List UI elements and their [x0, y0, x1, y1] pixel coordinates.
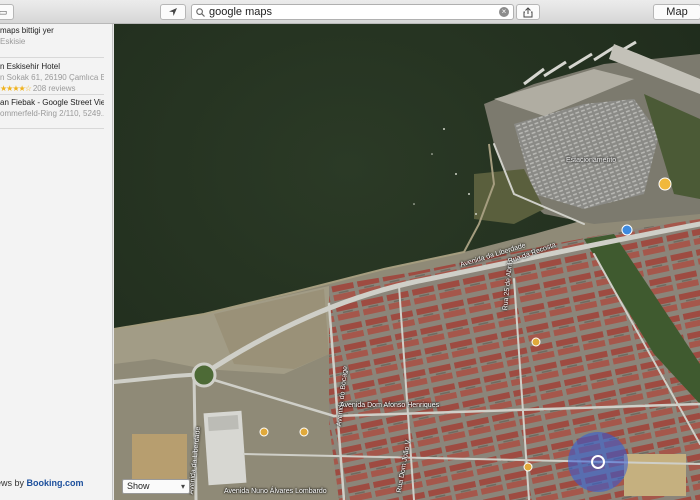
result-item[interactable]: an Fiebak - Google Street Vie... ommerfe…: [0, 96, 104, 129]
location-arrow-icon: [169, 8, 177, 16]
search-icon: [196, 7, 205, 17]
result-rating: ★★★★☆ 208 reviews: [0, 84, 104, 93]
share-icon: [523, 6, 533, 17]
result-item[interactable]: maps bittigi yer Eskisie: [0, 24, 104, 58]
review-count: 208 reviews: [32, 84, 76, 93]
current-location-button[interactable]: [160, 4, 186, 20]
show-select[interactable]: Show ▾: [122, 479, 190, 494]
show-select-value: Show: [127, 481, 150, 491]
sidebar-toggle-button[interactable]: ▭: [0, 4, 14, 20]
star-rating-icon: ★★★★☆: [0, 84, 32, 93]
result-subtitle: ommerfeld-Ring 2/110, 5249...: [0, 109, 104, 118]
chevron-down-icon: ▾: [180, 482, 185, 491]
poi-marker: [523, 462, 533, 472]
roundabout: [191, 362, 217, 388]
poi-marker: [621, 224, 633, 236]
attribution-prefix: ews by: [0, 478, 25, 488]
current-location-dot[interactable]: [591, 455, 605, 469]
share-button[interactable]: [516, 4, 540, 20]
result-title: an Fiebak - Google Street Vie...: [0, 98, 104, 107]
map-mode-button[interactable]: Map: [653, 4, 700, 20]
poi-marker: [259, 427, 269, 437]
result-item[interactable]: n Eskisehir Hotel n Sokak 61, 26190 Çaml…: [0, 60, 104, 95]
search-field[interactable]: google maps ×: [191, 4, 514, 20]
results-sidebar: maps bittigi yer Eskisie n Eskisehir Hot…: [0, 24, 113, 500]
poi-label: Estacionamento: [566, 157, 617, 164]
result-title: maps bittigi yer: [0, 26, 54, 35]
satellite-map[interactable]: Avenida da Liberdade Rua da Recosta Rua …: [114, 24, 700, 500]
street-label: Avenida Nuno Álvares Lombardo: [224, 488, 327, 495]
result-subtitle: n Sokak 61, 26190 Çamlıca E...: [0, 73, 104, 82]
toolbar: ▭ google maps × Map: [0, 0, 700, 24]
poi-marker: [299, 427, 309, 437]
sidebar-icon: ▭: [0, 6, 8, 17]
search-input[interactable]: google maps: [209, 6, 499, 18]
booking-logo[interactable]: Booking.com: [27, 478, 84, 488]
poi-marker: [531, 337, 541, 347]
street-label: Avenida Dom Afonso Henriques: [340, 402, 440, 409]
reviews-attribution: ews by Booking.com: [0, 478, 84, 488]
poi-marker: [658, 177, 672, 191]
result-title: n Eskisehir Hotel: [0, 62, 61, 71]
result-subtitle: Eskisie: [0, 37, 26, 46]
clear-search-icon[interactable]: ×: [499, 7, 509, 17]
